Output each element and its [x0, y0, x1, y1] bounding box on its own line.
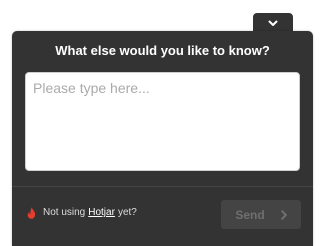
hotjar-link[interactable]: Hotjar	[88, 207, 115, 219]
chevron-down-icon	[268, 20, 278, 26]
collapse-widget-tab[interactable]	[253, 13, 293, 33]
feedback-widget: What else would you like to know? Not us…	[12, 31, 313, 246]
widget-question: What else would you like to know?	[55, 43, 270, 58]
footer-prefix-text: Not using	[43, 207, 86, 218]
send-button-label: Send	[235, 207, 265, 222]
chevron-right-icon	[280, 209, 287, 220]
flame-icon	[27, 207, 36, 219]
send-button[interactable]: Send	[221, 200, 301, 229]
footer-suffix-text: yet?	[117, 207, 137, 218]
answer-input[interactable]	[25, 72, 300, 171]
footer-branding: Not using Hotjar yet?	[27, 207, 137, 219]
footer-divider	[12, 186, 313, 187]
